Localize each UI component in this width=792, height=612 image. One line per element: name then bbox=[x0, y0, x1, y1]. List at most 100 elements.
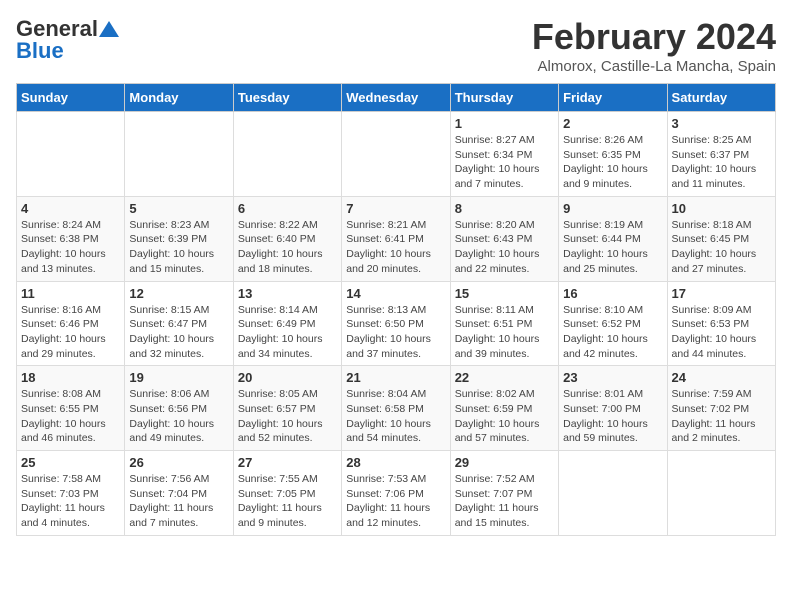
day-number: 15 bbox=[455, 286, 554, 301]
day-number: 4 bbox=[21, 201, 120, 216]
weekday-header-tuesday: Tuesday bbox=[233, 84, 341, 112]
day-number: 19 bbox=[129, 370, 228, 385]
logo: General Blue bbox=[16, 16, 120, 64]
calendar-cell: 24Sunrise: 7:59 AMSunset: 7:02 PMDayligh… bbox=[667, 366, 775, 451]
logo-triangle-icon bbox=[99, 19, 119, 39]
day-info: Sunrise: 8:01 AMSunset: 7:00 PMDaylight:… bbox=[563, 387, 662, 446]
day-number: 25 bbox=[21, 455, 120, 470]
calendar-cell: 21 Sunrise: 8:04 AMSunset: 6:58 PMDayligh… bbox=[342, 366, 450, 451]
weekday-header-monday: Monday bbox=[125, 84, 233, 112]
calendar-cell bbox=[125, 112, 233, 197]
day-info: Sunrise: 8:16 AMSunset: 6:46 PMDaylight:… bbox=[21, 303, 120, 362]
day-number: 9 bbox=[563, 201, 662, 216]
calendar-cell: 5Sunrise: 8:23 AMSunset: 6:39 PMDaylight… bbox=[125, 196, 233, 281]
calendar-cell: 14 Sunrise: 8:13 AMSunset: 6:50 PMDayligh… bbox=[342, 281, 450, 366]
calendar-cell: 16 Sunrise: 8:10 AMSunset: 6:52 PMDayligh… bbox=[559, 281, 667, 366]
calendar-cell: 15 Sunrise: 8:11 AMSunset: 6:51 PMDayligh… bbox=[450, 281, 558, 366]
calendar-cell: 29 Sunrise: 7:52 AMSunset: 7:07 PMDayligh… bbox=[450, 451, 558, 536]
day-info: Sunrise: 8:09 AMSunset: 6:53 PMDaylight:… bbox=[672, 303, 771, 362]
calendar-cell: 22 Sunrise: 8:02 AMSunset: 6:59 PMDayligh… bbox=[450, 366, 558, 451]
day-info: Sunrise: 8:19 AMSunset: 6:44 PMDaylight:… bbox=[563, 218, 662, 277]
day-info: Sunrise: 8:08 AMSunset: 6:55 PMDaylight:… bbox=[21, 387, 120, 446]
day-number: 11 bbox=[21, 286, 120, 301]
calendar-cell: 7 Sunrise: 8:21 AMSunset: 6:41 PMDaylight… bbox=[342, 196, 450, 281]
calendar-cell: 11 Sunrise: 8:16 AMSunset: 6:46 PMDayligh… bbox=[17, 281, 125, 366]
location-title: Almorox, Castille-La Mancha, Spain bbox=[532, 58, 776, 75]
header: General Blue February 2024 Almorox, Cast… bbox=[16, 16, 776, 75]
day-number: 3 bbox=[672, 116, 771, 131]
day-info: Sunrise: 8:02 AMSunset: 6:59 PMDaylight:… bbox=[455, 387, 554, 446]
weekday-header-friday: Friday bbox=[559, 84, 667, 112]
day-number: 13 bbox=[238, 286, 337, 301]
calendar-cell: 6 Sunrise: 8:22 AMSunset: 6:40 PMDaylight… bbox=[233, 196, 341, 281]
day-info: Sunrise: 8:24 AMSunset: 6:38 PMDaylight:… bbox=[21, 218, 120, 277]
calendar-cell: 12 Sunrise: 8:15 AMSunset: 6:47 PMDayligh… bbox=[125, 281, 233, 366]
day-info: Sunrise: 8:11 AMSunset: 6:51 PMDaylight:… bbox=[455, 303, 554, 362]
day-info: Sunrise: 8:04 AMSunset: 6:58 PMDaylight:… bbox=[346, 387, 445, 446]
calendar-cell: 1Sunrise: 8:27 AMSunset: 6:34 PMDaylight… bbox=[450, 112, 558, 197]
day-info: Sunrise: 8:26 AMSunset: 6:35 PMDaylight:… bbox=[563, 133, 662, 192]
calendar-week-row: 4 Sunrise: 8:24 AMSunset: 6:38 PMDaylight… bbox=[17, 196, 776, 281]
calendar-cell: 26 Sunrise: 7:56 AMSunset: 7:04 PMDayligh… bbox=[125, 451, 233, 536]
calendar-cell: 28 Sunrise: 7:53 AMSunset: 7:06 PMDayligh… bbox=[342, 451, 450, 536]
calendar-cell bbox=[667, 451, 775, 536]
calendar-cell bbox=[342, 112, 450, 197]
calendar-cell: 17 Sunrise: 8:09 AMSunset: 6:53 PMDayligh… bbox=[667, 281, 775, 366]
day-info: Sunrise: 8:14 AMSunset: 6:49 PMDaylight:… bbox=[238, 303, 337, 362]
day-number: 28 bbox=[346, 455, 445, 470]
day-number: 12 bbox=[129, 286, 228, 301]
day-info: Sunrise: 7:52 AMSunset: 7:07 PMDaylight:… bbox=[455, 472, 554, 531]
day-number: 6 bbox=[238, 201, 337, 216]
day-info: Sunrise: 7:59 AMSunset: 7:02 PMDaylight:… bbox=[672, 387, 771, 446]
calendar-week-row: 1Sunrise: 8:27 AMSunset: 6:34 PMDaylight… bbox=[17, 112, 776, 197]
calendar-cell bbox=[17, 112, 125, 197]
day-number: 8 bbox=[455, 201, 554, 216]
day-number: 26 bbox=[129, 455, 228, 470]
day-number: 22 bbox=[455, 370, 554, 385]
calendar-cell: 20 Sunrise: 8:05 AMSunset: 6:57 PMDayligh… bbox=[233, 366, 341, 451]
calendar-cell: 23Sunrise: 8:01 AMSunset: 7:00 PMDayligh… bbox=[559, 366, 667, 451]
day-number: 16 bbox=[563, 286, 662, 301]
calendar-cell bbox=[559, 451, 667, 536]
day-info: Sunrise: 8:20 AMSunset: 6:43 PMDaylight:… bbox=[455, 218, 554, 277]
title-area: February 2024 Almorox, Castille-La Manch… bbox=[532, 16, 776, 75]
day-info: Sunrise: 8:18 AMSunset: 6:45 PMDaylight:… bbox=[672, 218, 771, 277]
calendar-week-row: 25Sunrise: 7:58 AMSunset: 7:03 PMDayligh… bbox=[17, 451, 776, 536]
day-number: 7 bbox=[346, 201, 445, 216]
calendar-cell: 25Sunrise: 7:58 AMSunset: 7:03 PMDayligh… bbox=[17, 451, 125, 536]
day-info: Sunrise: 8:25 AMSunset: 6:37 PMDaylight:… bbox=[672, 133, 771, 192]
day-info: Sunrise: 7:55 AMSunset: 7:05 PMDaylight:… bbox=[238, 472, 337, 531]
calendar-cell: 9 Sunrise: 8:19 AMSunset: 6:44 PMDaylight… bbox=[559, 196, 667, 281]
day-number: 21 bbox=[346, 370, 445, 385]
calendar-table: SundayMondayTuesdayWednesdayThursdayFrid… bbox=[16, 83, 776, 536]
day-number: 29 bbox=[455, 455, 554, 470]
day-info: Sunrise: 8:22 AMSunset: 6:40 PMDaylight:… bbox=[238, 218, 337, 277]
day-number: 10 bbox=[672, 201, 771, 216]
weekday-header-sunday: Sunday bbox=[17, 84, 125, 112]
calendar-cell: 10 Sunrise: 8:18 AMSunset: 6:45 PMDayligh… bbox=[667, 196, 775, 281]
calendar-week-row: 11 Sunrise: 8:16 AMSunset: 6:46 PMDayligh… bbox=[17, 281, 776, 366]
day-info: Sunrise: 8:27 AMSunset: 6:34 PMDaylight:… bbox=[455, 133, 554, 192]
calendar-cell: 2Sunrise: 8:26 AMSunset: 6:35 PMDaylight… bbox=[559, 112, 667, 197]
calendar-cell: 8 Sunrise: 8:20 AMSunset: 6:43 PMDaylight… bbox=[450, 196, 558, 281]
day-info: Sunrise: 8:05 AMSunset: 6:57 PMDaylight:… bbox=[238, 387, 337, 446]
month-title: February 2024 bbox=[532, 16, 776, 58]
day-info: Sunrise: 7:53 AMSunset: 7:06 PMDaylight:… bbox=[346, 472, 445, 531]
day-info: Sunrise: 8:10 AMSunset: 6:52 PMDaylight:… bbox=[563, 303, 662, 362]
weekday-header-row: SundayMondayTuesdayWednesdayThursdayFrid… bbox=[17, 84, 776, 112]
calendar-cell bbox=[233, 112, 341, 197]
day-info: Sunrise: 7:56 AMSunset: 7:04 PMDaylight:… bbox=[129, 472, 228, 531]
day-info: Sunrise: 8:15 AMSunset: 6:47 PMDaylight:… bbox=[129, 303, 228, 362]
day-info: Sunrise: 8:06 AMSunset: 6:56 PMDaylight:… bbox=[129, 387, 228, 446]
calendar-week-row: 18Sunrise: 8:08 AMSunset: 6:55 PMDayligh… bbox=[17, 366, 776, 451]
logo-blue: Blue bbox=[16, 38, 64, 64]
day-number: 27 bbox=[238, 455, 337, 470]
day-number: 14 bbox=[346, 286, 445, 301]
day-info: Sunrise: 8:13 AMSunset: 6:50 PMDaylight:… bbox=[346, 303, 445, 362]
day-number: 17 bbox=[672, 286, 771, 301]
weekday-header-saturday: Saturday bbox=[667, 84, 775, 112]
calendar-cell: 19 Sunrise: 8:06 AMSunset: 6:56 PMDayligh… bbox=[125, 366, 233, 451]
day-info: Sunrise: 8:21 AMSunset: 6:41 PMDaylight:… bbox=[346, 218, 445, 277]
day-number: 20 bbox=[238, 370, 337, 385]
calendar-cell: 13 Sunrise: 8:14 AMSunset: 6:49 PMDayligh… bbox=[233, 281, 341, 366]
